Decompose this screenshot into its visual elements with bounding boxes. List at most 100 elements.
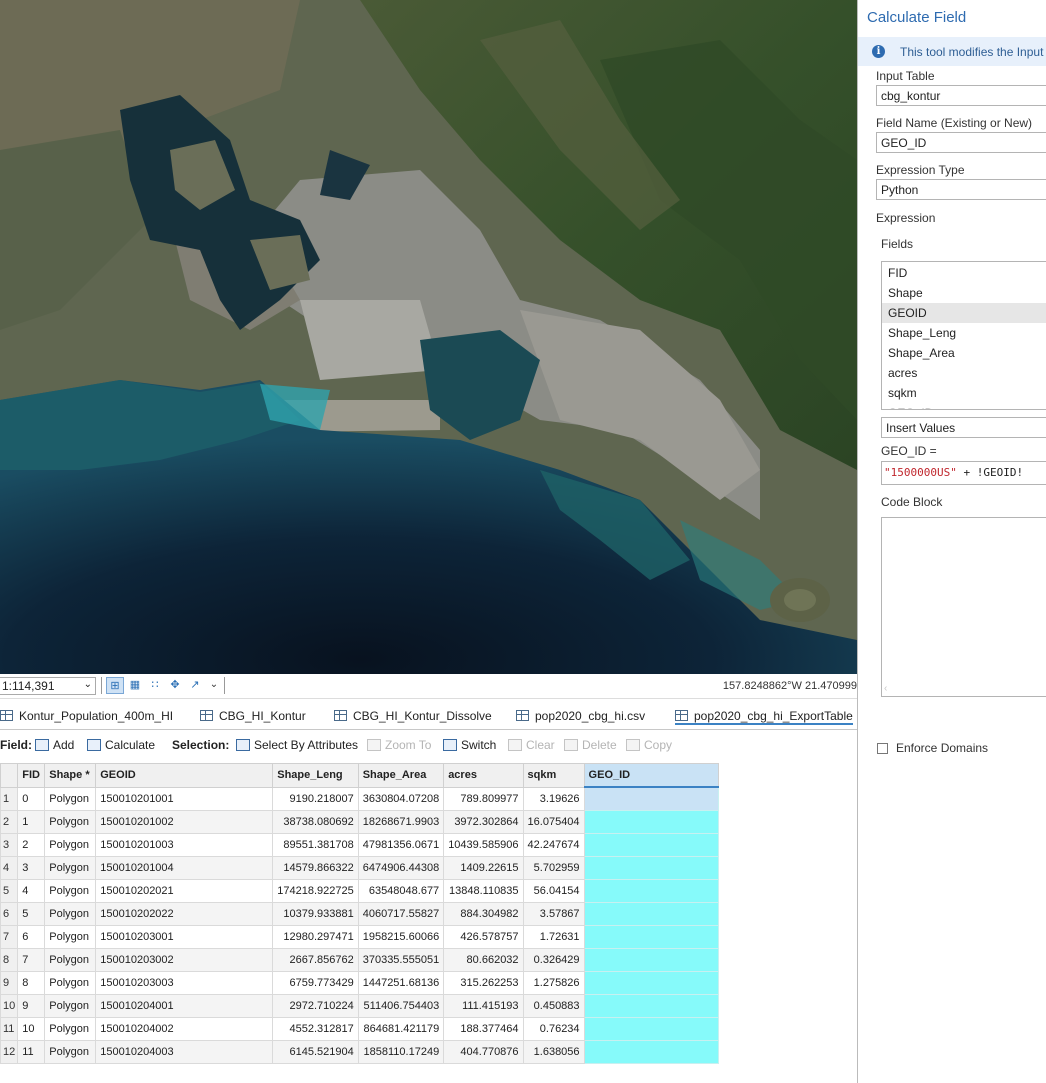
table-cell[interactable]: 6145.521904 (272, 1040, 359, 1064)
row-number[interactable]: 1 (0, 786, 19, 811)
table-cell[interactable]: 511406.754403 (357, 994, 445, 1018)
table-row[interactable]: 4 3 Polygon 150010201004 14579.866322 6474906… (0, 856, 719, 880)
table-row[interactable]: 2 1 Polygon 150010201002 38738.080692 1826867… (0, 810, 719, 834)
row-number[interactable]: 9 (0, 971, 19, 995)
snapping-icon[interactable]: ✥ (166, 677, 184, 694)
table-cell[interactable]: 4 (17, 879, 46, 903)
table-cell[interactable]: 5.702959 (522, 856, 585, 880)
table-cell[interactable]: 8 (17, 971, 46, 995)
table-cell[interactable]: 63548048.677 (357, 879, 445, 903)
column-header[interactable]: sqkm (522, 763, 585, 788)
table-cell[interactable]: 1.72631 (522, 925, 585, 949)
table-cell[interactable]: 10 (17, 1017, 46, 1041)
table-cell[interactable] (583, 902, 719, 926)
chevron-left-icon[interactable]: ‹ (884, 683, 887, 694)
table-cell[interactable]: Polygon (44, 786, 97, 811)
table-cell[interactable]: 3.57867 (522, 902, 585, 926)
tab-cbg-hi-kontur[interactable]: CBG_HI_Kontur (200, 709, 306, 723)
grid-icon[interactable]: ▦ (126, 677, 144, 694)
table-row[interactable]: 5 4 Polygon 150010202021 174218.922725 635480… (0, 879, 719, 903)
table-cell[interactable]: Polygon (44, 994, 97, 1018)
table-cell[interactable] (583, 786, 719, 811)
table-cell[interactable]: Polygon (44, 1040, 97, 1064)
field-list-item[interactable]: FID (882, 263, 1046, 283)
table-cell[interactable]: 1858110.17249 (357, 1040, 445, 1064)
delete-button[interactable]: Delete (564, 738, 617, 752)
tab-cbg-hi-kontur-dissolve[interactable]: CBG_HI_Kontur_Dissolve (334, 709, 492, 723)
table-cell[interactable]: 150010201001 (95, 786, 274, 811)
table-cell[interactable]: 884.304982 (443, 902, 524, 926)
table-cell[interactable]: 3 (17, 856, 46, 880)
table-cell[interactable]: 174218.922725 (272, 879, 359, 903)
table-cell[interactable]: 10379.933881 (272, 902, 359, 926)
field-list-item[interactable]: acres (882, 363, 1046, 383)
table-cell[interactable]: Polygon (44, 879, 97, 903)
table-cell[interactable]: 0 (17, 786, 46, 811)
table-row[interactable]: 1 0 Polygon 150010201001 9190.218007 3630804.… (0, 786, 719, 811)
switch-selection-button[interactable]: Switch (443, 738, 496, 752)
column-header[interactable]: Shape_Area (357, 763, 445, 788)
table-cell[interactable]: Polygon (44, 902, 97, 926)
table-cell[interactable]: 5 (17, 902, 46, 926)
table-cell[interactable]: 16.075404 (522, 810, 585, 834)
table-cell[interactable]: 3630804.07208 (357, 786, 445, 811)
table-cell[interactable] (583, 1040, 719, 1064)
table-cell[interactable]: 3.19626 (522, 786, 585, 811)
table-row[interactable]: 10 9 Polygon 150010204001 2972.710224 511406.… (0, 994, 719, 1018)
table-cell[interactable]: 42.247674 (522, 833, 585, 857)
measure-icon[interactable]: ∷ (146, 677, 164, 694)
table-row[interactable]: 9 8 Polygon 150010203003 6759.773429 1447251.… (0, 971, 719, 995)
table-cell[interactable]: 315.262253 (443, 971, 524, 995)
column-header[interactable]: Shape * (44, 763, 97, 788)
tab-pop2020-cbg-hi-csv[interactable]: pop2020_cbg_hi.csv (516, 709, 645, 723)
table-cell[interactable]: 11 (17, 1040, 46, 1064)
table-cell[interactable]: 47981356.0671 (357, 833, 445, 857)
table-cell[interactable]: Polygon (44, 925, 97, 949)
table-cell[interactable]: Polygon (44, 971, 97, 995)
table-cell[interactable]: 150010202022 (95, 902, 274, 926)
table-row[interactable]: 8 7 Polygon 150010203002 2667.856762 370335.5… (0, 948, 719, 972)
table-cell[interactable]: 150010201002 (95, 810, 274, 834)
table-cell[interactable]: 404.770876 (443, 1040, 524, 1064)
table-cell[interactable]: 111.415193 (443, 994, 524, 1018)
table-cell[interactable]: 188.377464 (443, 1017, 524, 1041)
table-cell[interactable]: 150010204003 (95, 1040, 274, 1064)
row-number[interactable]: 3 (0, 833, 19, 857)
copy-button[interactable]: Copy (626, 738, 672, 752)
scale-dropdown[interactable]: 1:114,391 ⌄ (0, 677, 96, 695)
table-cell[interactable]: 2972.710224 (272, 994, 359, 1018)
field-list-item[interactable]: GEO_ID (882, 403, 1046, 409)
table-cell[interactable]: 0.450883 (522, 994, 585, 1018)
field-list-item[interactable]: Shape_Area (882, 343, 1046, 363)
table-cell[interactable]: Polygon (44, 856, 97, 880)
expression-type-select[interactable]: Python (876, 179, 1046, 200)
table-cell[interactable]: 14579.866322 (272, 856, 359, 880)
row-number[interactable]: 2 (0, 810, 19, 834)
table-cell[interactable]: 89551.381708 (272, 833, 359, 857)
table-cell[interactable]: 13848.110835 (443, 879, 524, 903)
table-cell[interactable] (583, 856, 719, 880)
table-cell[interactable]: 150010203003 (95, 971, 274, 995)
table-cell[interactable]: 150010203001 (95, 925, 274, 949)
select-by-attributes-button[interactable]: Select By Attributes (236, 738, 358, 752)
row-header-corner[interactable] (0, 763, 19, 788)
table-cell[interactable]: Polygon (44, 810, 97, 834)
field-list-item[interactable]: GEOID (882, 303, 1046, 323)
table-cell[interactable]: 6474906.44308 (357, 856, 445, 880)
table-cell[interactable]: 0.326429 (522, 948, 585, 972)
table-cell[interactable]: 1.638056 (522, 1040, 585, 1064)
table-cell[interactable] (583, 833, 719, 857)
table-cell[interactable] (583, 971, 719, 995)
table-cell[interactable] (583, 994, 719, 1018)
table-row[interactable]: 12 11 Polygon 150010204003 6145.521904 185811… (0, 1040, 719, 1064)
table-cell[interactable]: 3972.302864 (443, 810, 524, 834)
tab-kontur-population[interactable]: Kontur_Population_400m_HI (0, 709, 173, 723)
table-row[interactable]: 3 2 Polygon 150010201003 89551.381708 4798135… (0, 833, 719, 857)
column-header[interactable]: FID (17, 763, 46, 788)
table-cell[interactable]: 1447251.68136 (357, 971, 445, 995)
table-row[interactable]: 6 5 Polygon 150010202022 10379.933881 4060717… (0, 902, 719, 926)
map-view[interactable] (0, 0, 857, 674)
table-cell[interactable]: 18268671.9903 (357, 810, 445, 834)
enforce-domains-checkbox[interactable] (877, 743, 888, 754)
enforce-domains-option[interactable]: Enforce Domains (877, 741, 988, 755)
